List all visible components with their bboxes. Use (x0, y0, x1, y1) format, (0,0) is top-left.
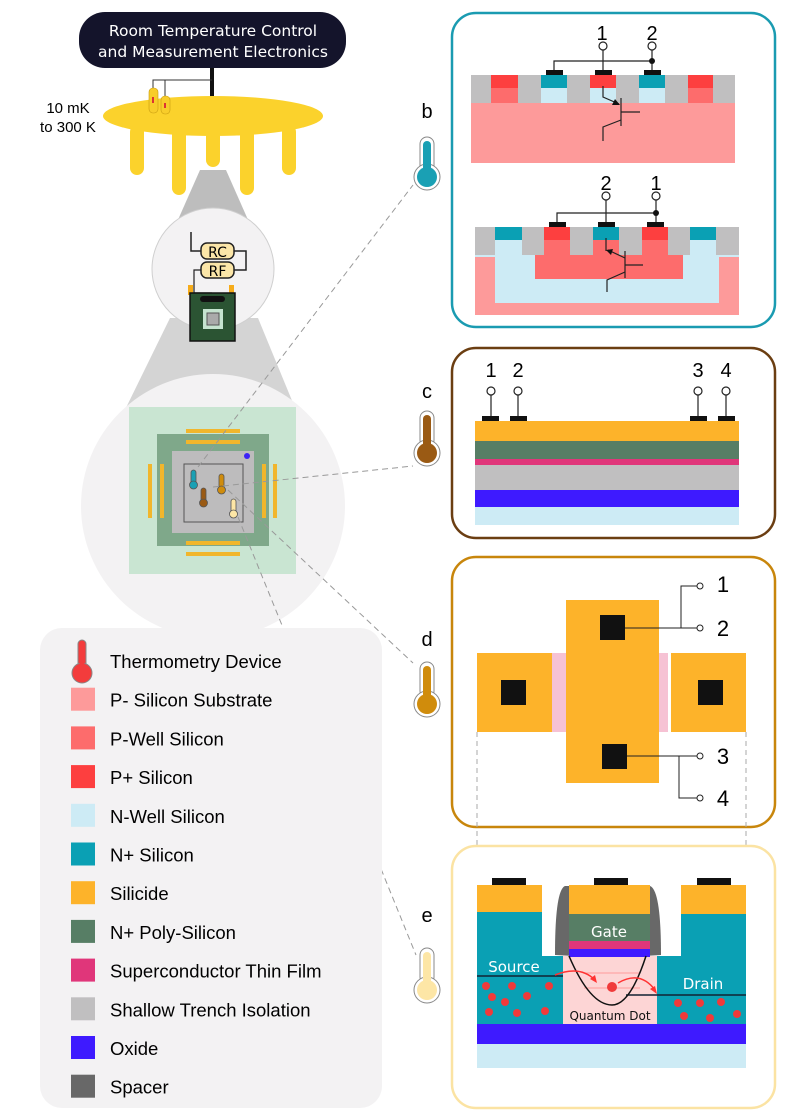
legend-label: N+ Poly-Silicon (110, 922, 236, 943)
panel-c-pin-2: 2 (512, 360, 523, 382)
panel-d-letter: d (421, 629, 432, 651)
panel-d-thermometer (413, 661, 441, 718)
oxide-dot (244, 453, 250, 459)
legend-item: Silicide (71, 881, 169, 905)
legend-swatch (71, 803, 95, 827)
panel-d-pin-3: 3 (717, 744, 729, 769)
legend-swatch (71, 1036, 95, 1059)
legend-swatch (71, 842, 95, 866)
legend-label: N+ Silicon (110, 845, 194, 866)
panel-c-thermometer (413, 410, 441, 467)
legend-label: Spacer (110, 1077, 169, 1098)
panel-c-letter: c (422, 381, 432, 403)
temp-range-line2: to 300 K (40, 119, 96, 136)
electronics-label-line1: Room Temperature Control (109, 22, 317, 40)
panel-d-pin-4: 4 (717, 786, 729, 811)
panel-d-pin-2: 2 (717, 616, 729, 641)
legend-label: P- Silicon Substrate (110, 690, 272, 711)
legend-item: Spacer (71, 1074, 169, 1098)
panel-c-pin-4: 4 (720, 360, 731, 382)
panel-b-bottom-pin-2: 2 (600, 173, 611, 195)
legend-item: Oxide (71, 1036, 158, 1059)
temp-range-line1: 10 mK (46, 100, 89, 117)
legend-swatch (71, 687, 95, 711)
legend-swatch (71, 997, 95, 1021)
legend-label: Silicide (110, 883, 169, 904)
legend-item: N+ Silicon (71, 842, 194, 866)
legend-item: P-Well Silicon (71, 726, 224, 750)
rf-label: RF (209, 264, 227, 280)
panel-b-top-pin-2: 2 (646, 23, 657, 45)
panel-c-pin-1: 1 (485, 360, 496, 382)
legend-label: P+ Silicon (110, 767, 193, 788)
legend-swatch (71, 881, 95, 905)
panel-e-letter: e (421, 905, 432, 927)
panel-b-bottom-pin-1: 1 (650, 173, 661, 195)
legend-item: P+ Silicon (71, 765, 193, 789)
legend-swatch (71, 765, 95, 789)
source-label: Source (488, 958, 540, 976)
rc-label: RC (208, 245, 227, 261)
legend-swatch (71, 726, 95, 750)
legend-swatch (71, 1074, 95, 1098)
legend-label: Superconductor Thin Film (110, 961, 321, 982)
panel-e-thermometer (413, 947, 441, 1004)
legend-item: N-Well Silicon (71, 803, 225, 827)
gate-label: Gate (591, 923, 627, 941)
legend-label: P-Well Silicon (110, 728, 224, 749)
drain-label: Drain (683, 975, 724, 993)
legend-label: Thermometry Device (110, 651, 282, 672)
legend-label: N-Well Silicon (110, 806, 225, 827)
panel-b-letter: b (421, 101, 432, 123)
legend-label: Oxide (110, 1038, 158, 1059)
legend-label: Shallow Trench Isolation (110, 999, 311, 1020)
cryo-thermometry-diagram: Room Temperature Control and Measurement… (40, 11, 777, 1110)
panel-d-pin-1: 1 (717, 572, 729, 597)
panel-b-top-pin-1: 1 (596, 23, 607, 45)
electronics-label-line2: and Measurement Electronics (98, 43, 328, 61)
legend-swatch (71, 919, 95, 943)
panel-c-pin-3: 3 (692, 360, 703, 382)
legend-swatch (71, 958, 95, 982)
panel-b-thermometer (413, 136, 441, 191)
quantum-dot-label: Quantum Dot (569, 1009, 650, 1023)
